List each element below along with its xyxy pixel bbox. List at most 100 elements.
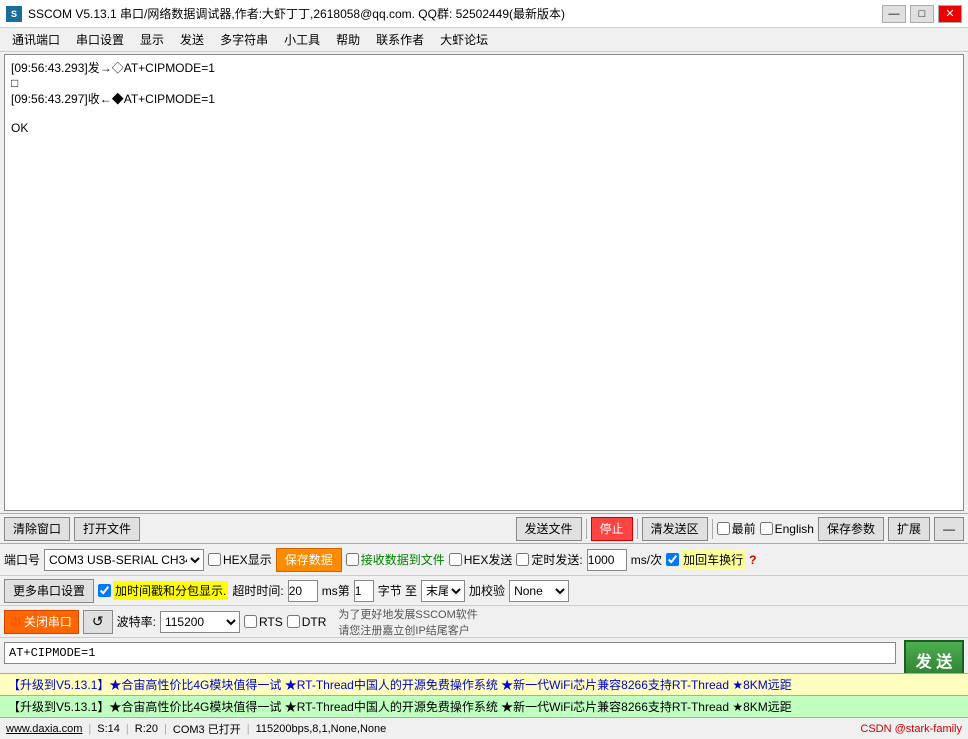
menu-item-小工具[interactable]: 小工具 [276, 29, 328, 50]
rts-checkbox[interactable] [244, 615, 257, 628]
title-bar: S SSCOM V5.13.1 串口/网络数据调试器,作者:大虾丁丁,26180… [0, 0, 968, 28]
checksum-select[interactable]: None [509, 580, 569, 602]
menu-item-多字符串[interactable]: 多字符串 [212, 29, 276, 50]
upgrade-text: 【升级到V5.13.1】★合宙高性价比4G模块值得一试 ★RT-Thread中国… [8, 700, 792, 714]
hex-send-label[interactable]: HEX发送 [449, 551, 513, 568]
sep2 [637, 519, 638, 539]
menu-item-串口设置[interactable]: 串口设置 [68, 29, 132, 50]
hex-show-text: HEX显示 [223, 551, 272, 568]
last-checkbox[interactable] [717, 522, 730, 535]
send-area: AT+CIPMODE=1 发 送 [0, 637, 968, 673]
sep1 [586, 519, 587, 539]
clear-send-button[interactable]: 清发送区 [642, 517, 708, 541]
save-param-button[interactable]: 保存参数 [818, 517, 884, 541]
menu-item-发送[interactable]: 发送 [172, 29, 212, 50]
hex-send-checkbox[interactable] [449, 553, 462, 566]
status-bar: www.daxia.com | S:14 | R:20 | COM3 已打开 |… [0, 717, 968, 739]
baud-label: 波特率: [117, 613, 156, 630]
byte-label: 字节 至 [378, 582, 417, 599]
last-checkbox-label[interactable]: 最前 [717, 520, 756, 537]
close-port-button[interactable]: ⏻ 关闭串口 [4, 610, 79, 634]
timestamp-text: 加时间戳和分包显示. [113, 581, 228, 600]
log-line-ok: OK [11, 121, 28, 135]
timeout-label: 超时时间: [232, 582, 283, 599]
english-checkbox[interactable] [760, 522, 773, 535]
byte-end-select[interactable]: 末尾 [421, 580, 465, 602]
menu-item-联系作者[interactable]: 联系作者 [368, 29, 432, 50]
log-line-1: [09:56:43.293]发→◇AT+CIPMODE=1 [11, 61, 215, 75]
log-line-2: □ [11, 76, 18, 90]
timer-send-checkbox[interactable] [516, 553, 529, 566]
hex-show-label[interactable]: HEX显示 [208, 551, 272, 568]
app-icon: S [6, 6, 22, 22]
timer-unit-label: ms/次 [631, 551, 662, 568]
toolbar-row3: ⏻ 关闭串口 ↺ 波特率: 115200 RTS DTR 为了更好地发展SSCO… [0, 605, 968, 637]
timestamp-checkbox[interactable] [98, 584, 111, 597]
carriage-return-checkbox[interactable] [666, 553, 679, 566]
minimize-button[interactable]: — [882, 5, 906, 23]
english-label: English [775, 522, 814, 536]
clear-window-button[interactable]: 清除窗口 [4, 517, 70, 541]
expand-button[interactable]: 扩展 [888, 517, 930, 541]
close-port-icon: ⏻ [11, 615, 21, 629]
window-controls: — □ ✕ [882, 5, 962, 23]
timer-value-input[interactable]: 1000 [587, 549, 627, 571]
baud-select[interactable]: 115200 [160, 611, 240, 633]
log-line-3: [09:56:43.297]收←◆AT+CIPMODE=1 [11, 92, 215, 106]
promo-text: 为了更好地发展SSCOM软件 请您注册嘉立创IP结尾客户 [338, 606, 477, 638]
refresh-button[interactable]: ↺ [83, 610, 113, 634]
website-link[interactable]: www.daxia.com [6, 723, 82, 735]
timeout-unit-label: ms第 [322, 582, 350, 599]
collapse-button[interactable]: — [934, 517, 964, 541]
close-button[interactable]: ✕ [938, 5, 962, 23]
stop-button[interactable]: 停止 [591, 517, 633, 541]
send-file-button[interactable]: 发送文件 [516, 517, 582, 541]
menu-item-通讯端口[interactable]: 通讯端口 [4, 29, 68, 50]
port-status: COM3 已打开 [173, 721, 241, 737]
hex-show-checkbox[interactable] [208, 553, 221, 566]
maximize-button[interactable]: □ [910, 5, 934, 23]
english-checkbox-label[interactable]: English [760, 522, 814, 536]
byte-start-input[interactable]: 1 [354, 580, 374, 602]
carriage-return-label[interactable]: 加回车换行 [666, 550, 745, 569]
menu-item-大虾论坛[interactable]: 大虾论坛 [432, 29, 496, 50]
recv-file-label[interactable]: 接收数据到文件 [346, 551, 445, 568]
send-count: S:14 [97, 723, 120, 735]
upgrade-ticker: 【升级到V5.13.1】★合宙高性价比4G模块值得一试 ★RT-Thread中国… [0, 695, 968, 717]
baud-info: 115200bps,8,1,None,None [256, 723, 387, 735]
expand-arrow: ? [749, 553, 756, 567]
log-lines: [09:56:43.293]发→◇AT+CIPMODE=1 □ [09:56:4… [11, 59, 957, 135]
banner-text: 【升级到V5.13.1】★合宙高性价比4G模块值得一试 ★RT-Thread中国… [8, 678, 792, 692]
content-wrapper: [09:56:43.293]发→◇AT+CIPMODE=1 □ [09:56:4… [4, 54, 964, 511]
recv-count: R:20 [135, 723, 158, 735]
dtr-text: DTR [302, 615, 327, 629]
csdn-watermark: CSDN @stark-family [860, 723, 962, 735]
log-area[interactable]: [09:56:43.293]发→◇AT+CIPMODE=1 □ [09:56:4… [4, 54, 964, 511]
menu-bar: 通讯端口串口设置显示发送多字符串小工具帮助联系作者大虾论坛 [0, 28, 968, 52]
rts-label[interactable]: RTS [244, 615, 283, 629]
close-port-label: 关闭串口 [24, 615, 72, 629]
dtr-checkbox[interactable] [287, 615, 300, 628]
promo-banner: 【升级到V5.13.1】★合宙高性价比4G模块值得一试 ★RT-Thread中国… [0, 673, 968, 695]
sep3 [712, 519, 713, 539]
send-input[interactable]: AT+CIPMODE=1 [4, 642, 896, 664]
toolbar-row1: 清除窗口 打开文件 发送文件 停止 清发送区 最前 English 保存参数 扩… [0, 513, 968, 543]
app-title: SSCOM V5.13.1 串口/网络数据调试器,作者:大虾丁丁,2618058… [28, 5, 882, 22]
last-label: 最前 [732, 520, 756, 537]
toolbar-row2b: 更多串口设置 加时间戳和分包显示. 超时时间: 20 ms第 1 字节 至 末尾… [0, 575, 968, 605]
more-settings-button[interactable]: 更多串口设置 [4, 579, 94, 603]
timestamp-label[interactable]: 加时间戳和分包显示. [98, 581, 228, 600]
open-file-button[interactable]: 打开文件 [74, 517, 140, 541]
timeout-value-input[interactable]: 20 [288, 580, 318, 602]
menu-item-帮助[interactable]: 帮助 [328, 29, 368, 50]
dtr-label[interactable]: DTR [287, 615, 327, 629]
save-data-button[interactable]: 保存数据 [276, 548, 342, 572]
recv-file-text: 接收数据到文件 [361, 551, 445, 568]
recv-file-checkbox[interactable] [346, 553, 359, 566]
hex-send-text: HEX发送 [464, 551, 513, 568]
rts-text: RTS [259, 615, 283, 629]
toolbar-row2: 端口号 COM3 USB-SERIAL CH340 HEX显示 保存数据 接收数… [0, 543, 968, 575]
menu-item-显示[interactable]: 显示 [132, 29, 172, 50]
port-select[interactable]: COM3 USB-SERIAL CH340 [44, 549, 204, 571]
timer-send-label[interactable]: 定时发送: [516, 551, 582, 568]
